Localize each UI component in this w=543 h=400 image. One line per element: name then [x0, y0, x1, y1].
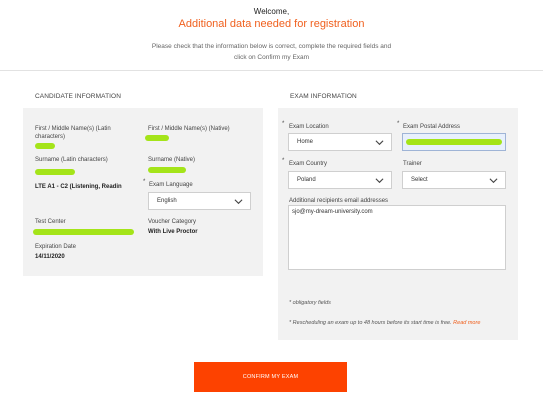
- exam-language-select[interactable]: English: [148, 192, 251, 210]
- intro-text: Please check that the information below …: [151, 43, 392, 61]
- exam-location-required: *: [282, 121, 285, 127]
- expiration-date-label: Expiration Date: [35, 244, 77, 250]
- confirm-exam-button[interactable]: CONFIRM MY EXAM: [194, 362, 347, 392]
- reschedule-note-text: * Rescheduling an exam up to 48 hours be…: [289, 320, 452, 326]
- chevron-down-icon: [489, 178, 498, 184]
- exam-country-value: Poland: [297, 177, 316, 183]
- first-name-native-label: First / Middle Name(s) (Native): [148, 126, 230, 132]
- page-title: Additional data needed for registration: [178, 18, 365, 30]
- recipients-label: Additional recipients email addresses: [289, 198, 389, 204]
- exam-postal-address-redaction: [406, 139, 502, 145]
- first-name-latin-label: First / Middle Name(s) (Latin characters…: [35, 126, 111, 140]
- trainer-value: Select: [411, 177, 428, 183]
- candidate-panel: First / Middle Name(s) (Latin characters…: [23, 108, 263, 276]
- exam-postal-label: Exam Postal Address: [403, 124, 461, 130]
- trainer-select[interactable]: Select: [402, 171, 506, 189]
- obligatory-note: * obligatory fields: [289, 300, 331, 306]
- chevron-down-icon: [375, 140, 384, 146]
- first-name-latin-redaction: [35, 143, 55, 149]
- exam-name: LTE A1 - C2 (Listening, Readin: [35, 184, 122, 190]
- chevron-down-icon: [375, 178, 384, 184]
- surname-latin-label: Surname (Latin characters): [35, 157, 108, 163]
- recipients-textarea[interactable]: sjo@my-dream-university.com: [288, 205, 506, 270]
- exam-language-label: Exam Language: [149, 182, 193, 188]
- reschedule-note: * Rescheduling an exam up to 48 hours be…: [289, 320, 480, 326]
- test-center-redaction: [33, 229, 134, 235]
- exam-country-label: Exam Country: [289, 161, 328, 167]
- exam-language-value: English: [157, 198, 177, 204]
- expiration-date-value: 14/11/2020: [35, 254, 65, 260]
- exam-country-select[interactable]: Poland: [288, 171, 392, 189]
- surname-native-redaction: [148, 167, 186, 173]
- welcome-text: Welcome,: [253, 7, 290, 16]
- exam-panel: * Exam Location Home * Exam Postal Addre…: [278, 108, 518, 340]
- exam-location-select[interactable]: Home: [288, 133, 392, 151]
- voucher-category-value: With Live Proctor: [148, 229, 198, 235]
- first-name-native-redaction: [145, 135, 169, 141]
- chevron-down-icon: [234, 199, 243, 205]
- candidate-section-title: CANDIDATE INFORMATION: [35, 93, 121, 100]
- exam-country-required: *: [282, 158, 285, 164]
- exam-postal-required: *: [397, 121, 400, 127]
- surname-latin-redaction: [35, 169, 75, 175]
- read-more-link[interactable]: Read more: [453, 320, 480, 326]
- exam-location-value: Home: [297, 139, 314, 145]
- exam-location-label: Exam Location: [289, 124, 329, 130]
- test-center-label: Test Center: [35, 219, 66, 225]
- exam-section-title: EXAM INFORMATION: [290, 93, 357, 100]
- trainer-label: Trainer: [403, 161, 422, 167]
- recipients-value: sjo@my-dream-university.com: [292, 209, 373, 215]
- voucher-category-label: Voucher Category: [148, 219, 197, 225]
- divider: [0, 70, 543, 71]
- exam-language-required: *: [143, 179, 146, 185]
- surname-native-label: Surname (Native): [148, 157, 196, 163]
